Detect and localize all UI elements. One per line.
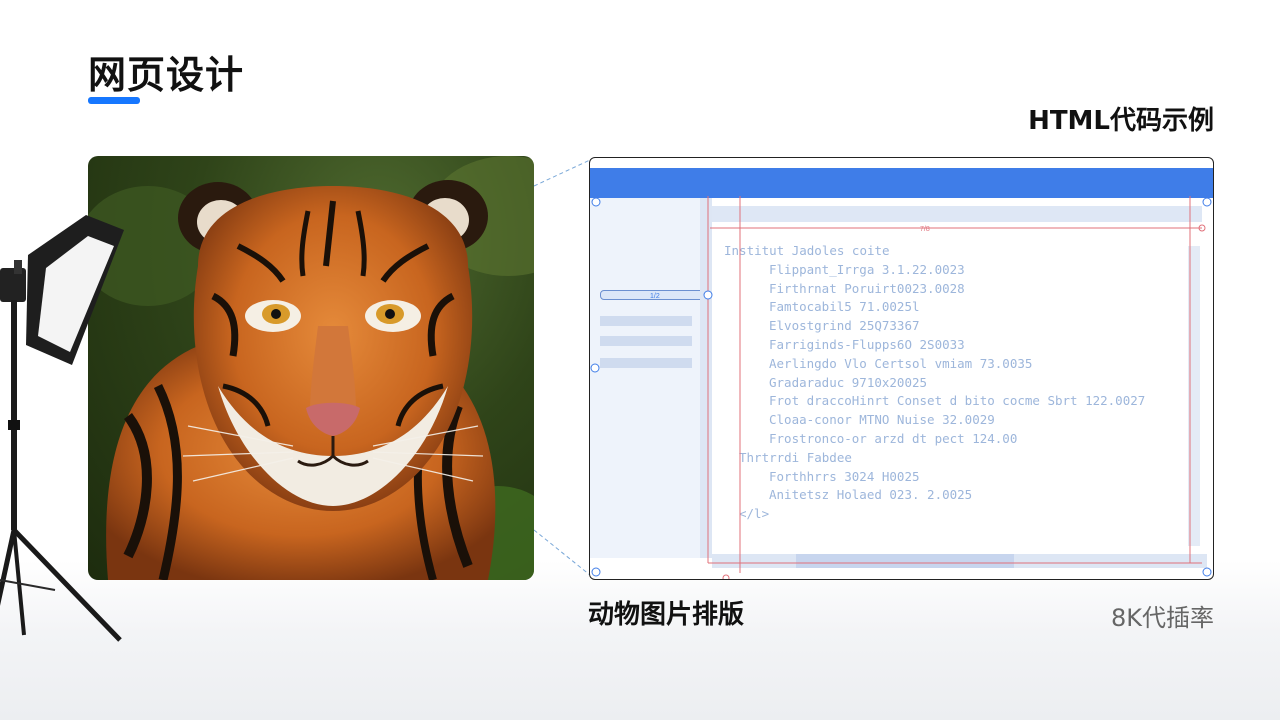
tiger-illustration (88, 156, 534, 580)
measure-guides: 7/8 1/2 (590, 196, 1212, 579)
softbox-light-icon (0, 215, 124, 642)
resolution-label: 8K代插率 (1110, 604, 1214, 632)
connector-top (533, 159, 591, 187)
animal-image-layout-caption: 动物图片排版 (588, 600, 745, 630)
floor-backdrop (0, 560, 1280, 720)
html-layout-wireframe: Institut Jadoles coite Flippant_Irrga 3.1… (589, 157, 1214, 580)
title-underline (88, 97, 140, 104)
page-title: 网页设计 (88, 53, 245, 97)
html-example-heading: HTML代码示例 (1028, 106, 1214, 136)
tiger-photo (88, 156, 534, 580)
sidebar-slider-label: 1/2 (650, 293, 660, 300)
guide-width-label: 7/8 (920, 226, 930, 233)
